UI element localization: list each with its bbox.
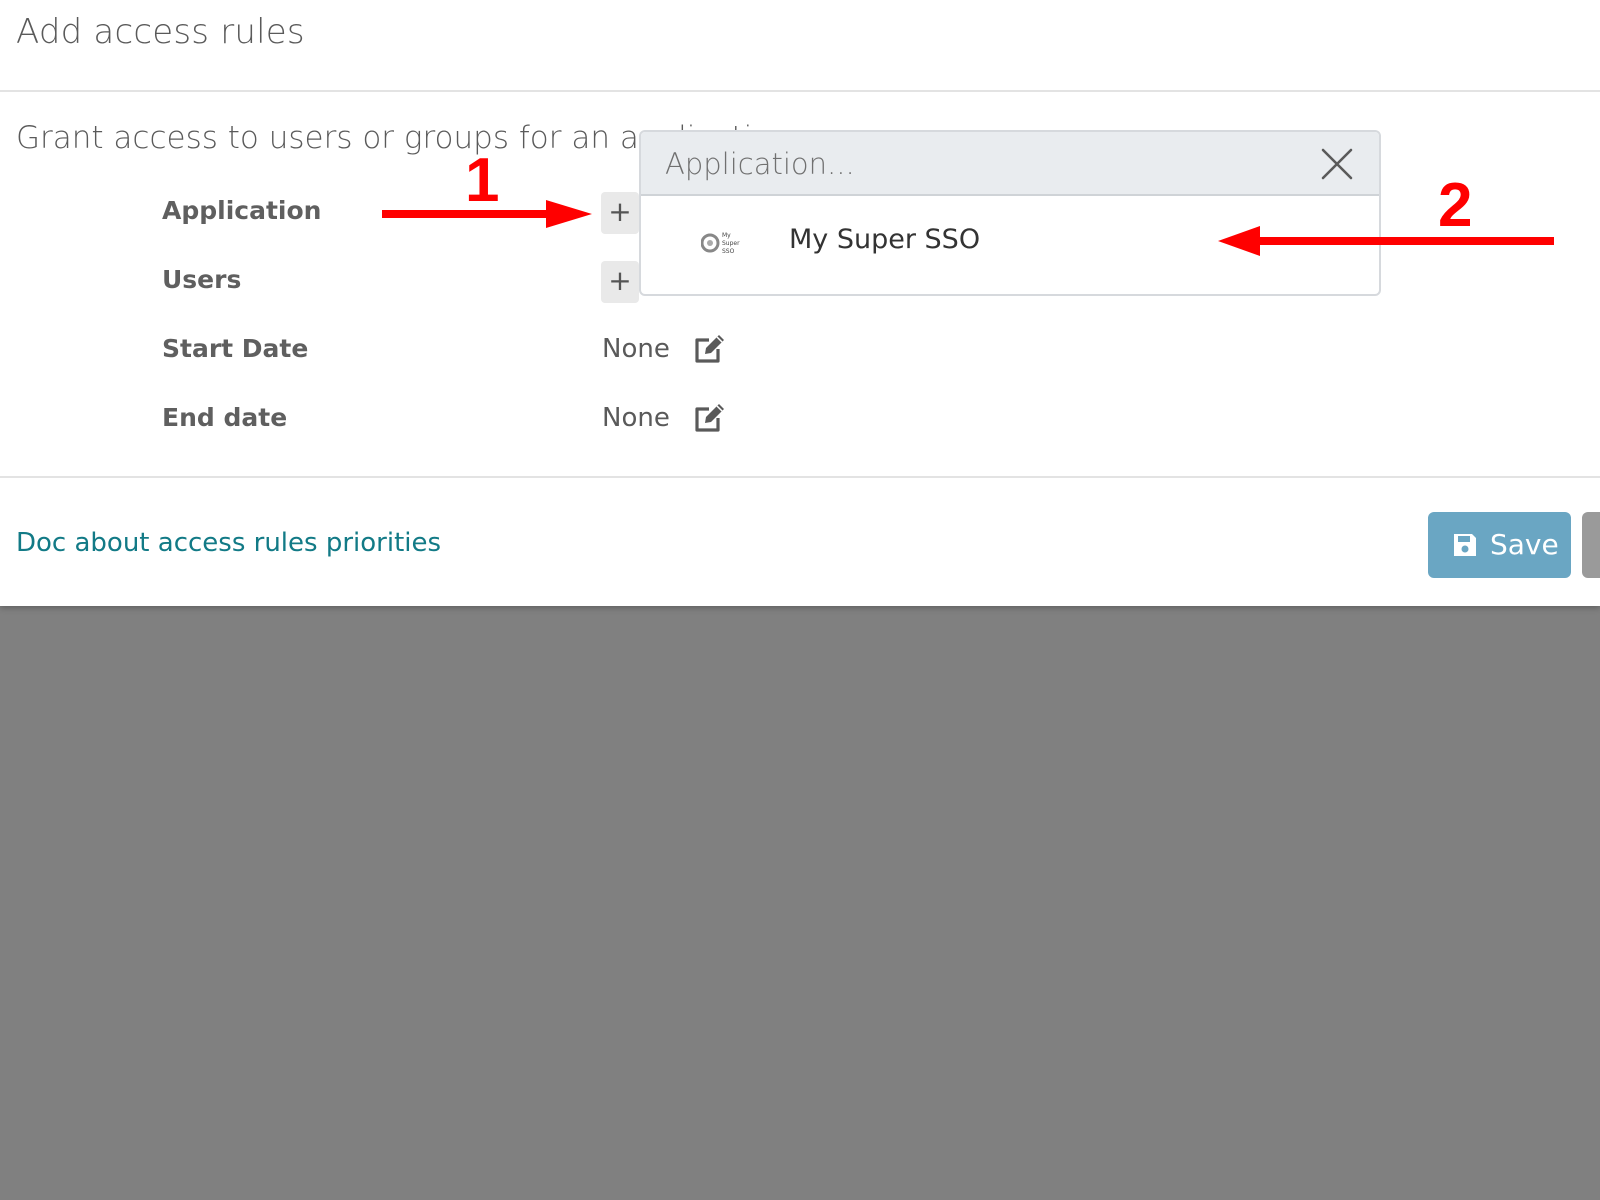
add-application-button[interactable]: + [601,192,639,234]
edit-end-date-icon[interactable] [692,401,726,435]
annotation-arrow-2-icon [1218,226,1554,256]
logo-text-line-3: SSO [722,248,735,255]
save-button[interactable]: Save [1428,512,1571,578]
end-date-value: None [602,403,670,433]
logo-text-line-1: My [722,232,731,239]
floppy-disk-icon [1454,534,1476,556]
end-date-label: End date [162,403,288,432]
application-label: Application [162,196,322,225]
close-icon[interactable] [1320,147,1354,181]
application-search-bar [641,132,1379,196]
logo-text-line-2: Super [722,240,740,247]
access-rules-modal: Add access rules Grant access to users o… [0,0,1600,606]
start-date-value: None [602,334,670,364]
users-label: Users [162,265,242,294]
modal-title: Add access rules [16,12,305,52]
modal-footer: Doc about access rules priorities Save [0,476,1600,608]
start-date-label: Start Date [162,334,309,363]
cancel-button[interactable] [1582,512,1600,578]
annotation-arrow-1-icon [382,200,592,228]
doc-access-rules-link[interactable]: Doc about access rules priorities [16,528,441,558]
modal-header: Add access rules [0,0,1600,92]
add-users-button[interactable]: + [601,261,639,303]
application-option-label: My Super SSO [789,224,981,255]
my-super-sso-logo-icon: My Super SSO [701,232,740,255]
application-search-input[interactable] [663,142,1267,186]
application-dropdown: My Super SSO My Super SSO [639,130,1381,296]
edit-start-date-icon[interactable] [692,332,726,366]
save-button-label: Save [1490,528,1559,561]
